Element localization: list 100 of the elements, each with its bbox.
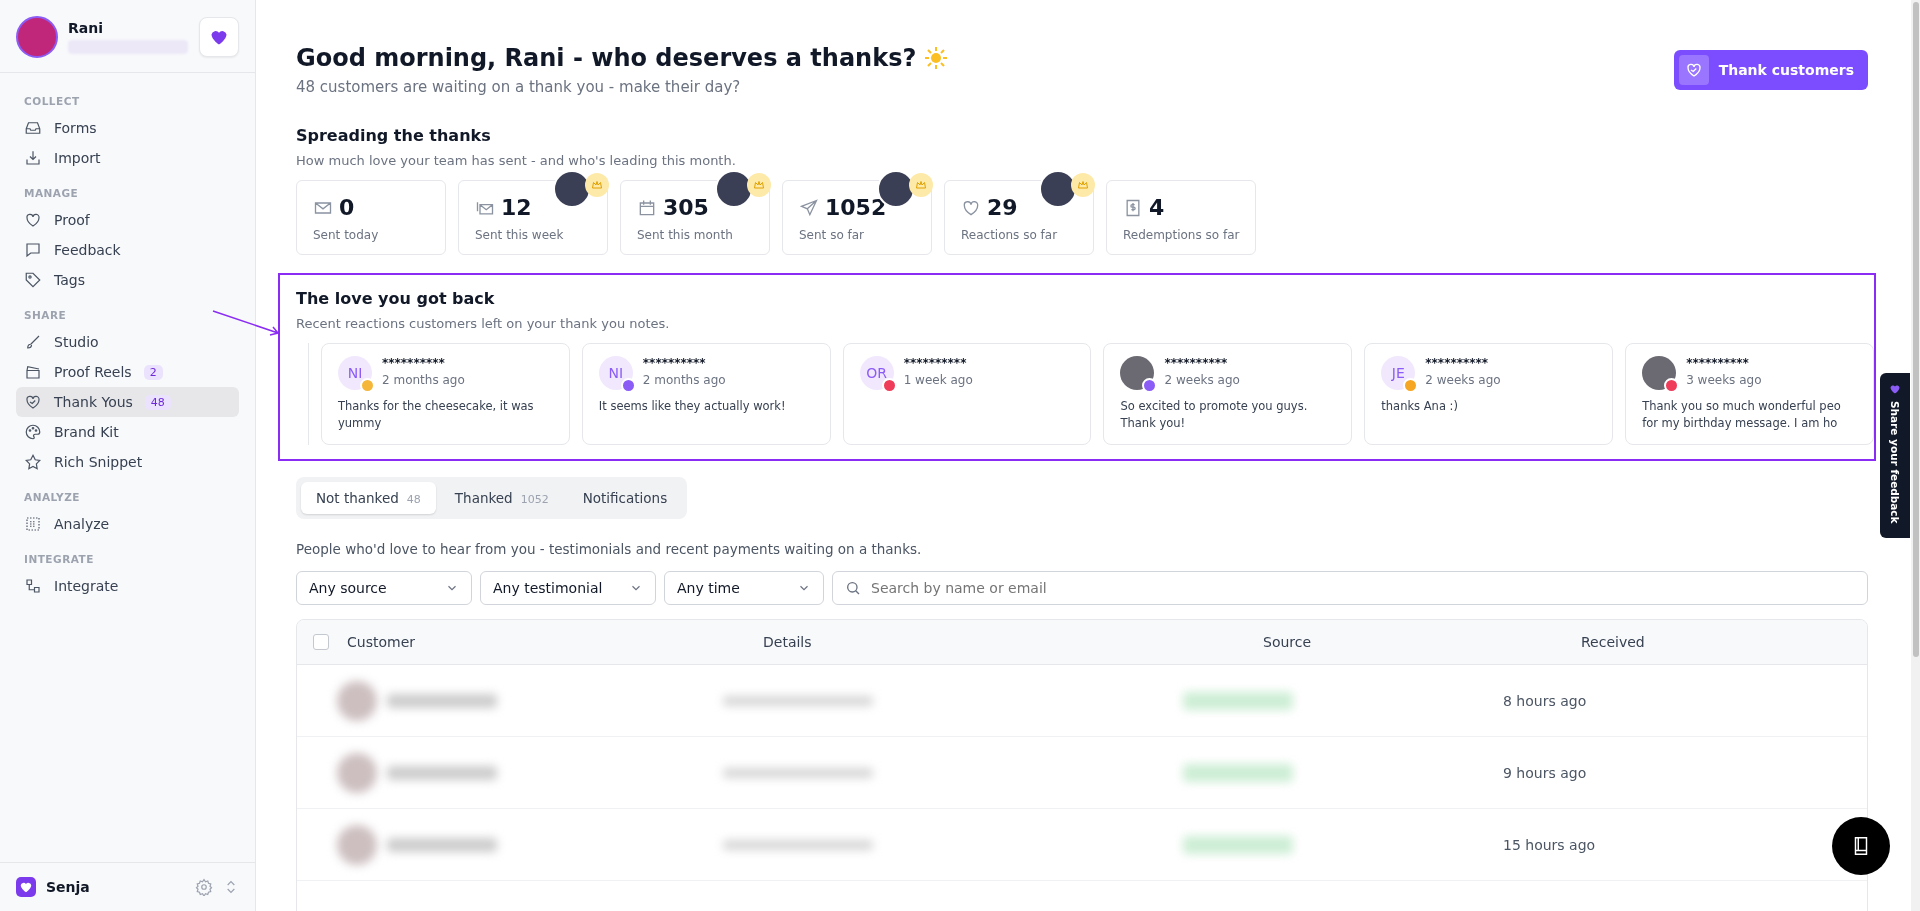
reaction-card[interactable]: ********** 2 weeks ago So excited to promote you guys. Thank you! — [1103, 343, 1353, 445]
customer-name: ********** — [1164, 356, 1229, 370]
sidebar-label: Tags — [54, 272, 85, 288]
sidebar-label: Proof Reels — [54, 364, 132, 380]
hand-heart-icon — [1684, 61, 1703, 79]
sidebar-label: Studio — [54, 334, 99, 350]
list-description: People who'd love to hear from you - testimonials and recent payments waiting on a thanks. — [296, 541, 923, 557]
stat-label: Sent this week — [475, 228, 565, 242]
stat-label: Redemptions so far — [1123, 228, 1241, 242]
workspace-logo-icon — [16, 877, 36, 897]
settings-icon[interactable] — [195, 878, 213, 896]
crown-icon — [585, 173, 609, 197]
filter-dropdown[interactable]: Any testimonial — [480, 571, 656, 605]
received-time: 9 hours ago — [1503, 764, 1587, 781]
stat-label: Reactions so far — [961, 228, 1059, 242]
sidebar-item[interactable]: Brand Kit — [16, 417, 239, 447]
feedback-label: Share your feedback — [1889, 401, 1901, 524]
sidebar-item[interactable]: Studio — [16, 327, 239, 357]
sidebar-item[interactable]: Thank Yous 48 — [16, 387, 239, 417]
reaction-card[interactable]: NI ********** 2 months ago Thanks for the cheesecake, it was yummy — [321, 343, 570, 445]
nodes-icon — [24, 577, 42, 595]
stat-value: 1052 — [825, 195, 887, 220]
section-heading: COLLECT — [24, 95, 81, 107]
heart-icon — [24, 211, 42, 229]
customer-name: ********** — [642, 356, 707, 370]
reaction-time: 2 months ago — [382, 373, 465, 387]
blurred-avatar — [337, 752, 377, 793]
blurred-avatar — [337, 680, 377, 721]
sidebar-label: Forms — [54, 120, 97, 136]
user-avatar[interactable] — [16, 16, 58, 58]
sidebar-label: Integrate — [54, 578, 119, 594]
stat-value: 0 — [339, 195, 355, 220]
section-heading: ANALYZE — [24, 491, 81, 503]
sidebar-label: Thank Yous — [54, 394, 133, 410]
customer-name: ********** — [903, 356, 968, 370]
sidebar-label: Analyze — [54, 516, 110, 532]
scrollbar[interactable] — [1911, 0, 1920, 911]
inbox-icon — [24, 119, 42, 137]
page-title: Good morning, Rani - who deserves a thanks? — [296, 44, 949, 72]
sidebar-item[interactable]: Analyze — [16, 509, 239, 539]
heart-logo-button[interactable] — [199, 17, 239, 57]
import-icon — [24, 149, 42, 167]
column-header: Received — [1581, 634, 1645, 650]
reaction-message: Thanks for the cheesecake, it was yummy — [338, 398, 535, 432]
section-title: Spreading the thanks — [296, 126, 492, 145]
sidebar-item[interactable]: Tags — [16, 265, 239, 295]
sidebar-item[interactable]: Proof Reels 2 — [16, 357, 239, 387]
sidebar-item[interactable]: Integrate — [16, 571, 239, 601]
initials-avatar: OR — [859, 356, 894, 390]
reaction-time: 1 week ago — [903, 373, 973, 387]
section-heading: MANAGE — [24, 187, 80, 199]
received-time: 8 hours ago — [1503, 692, 1587, 709]
page-subtitle: 48 customers are waiting on a thank you - make their day? — [296, 78, 742, 96]
handheart-icon — [24, 393, 42, 411]
photo-placeholder — [1120, 356, 1155, 390]
select-all-checkbox[interactable] — [313, 634, 329, 650]
reaction-card[interactable]: OR ********** 1 week ago — [842, 343, 1092, 445]
stat-label: Sent so far — [799, 228, 866, 242]
sidebar-label: Feedback — [54, 242, 121, 258]
count-badge: 2 — [143, 364, 163, 380]
sidebar-label: Proof — [54, 212, 90, 228]
reaction-message: It seems like they actually work! — [598, 398, 787, 415]
reaction-time: 2 months ago — [642, 373, 726, 387]
reaction-card[interactable]: NI ********** 2 months ago It seems like they actually work! — [581, 343, 831, 445]
sidebar-item[interactable]: Forms — [16, 113, 239, 143]
initials-avatar: NI — [598, 356, 633, 390]
section-heading: INTEGRATE — [24, 553, 95, 565]
help-button[interactable] — [1832, 817, 1890, 875]
reaction-time: 3 weeks ago — [1686, 373, 1762, 387]
sidebar-item[interactable]: Proof — [16, 205, 239, 235]
column-header: Customer — [347, 634, 416, 650]
reaction-card[interactable]: ********** 3 weeks ago Thank you so much wonderful peo for my birthday message. I am ho — [1625, 343, 1874, 445]
search-box[interactable]: Search by name or email — [832, 571, 1868, 605]
sidebar-label: Rich Snippet — [54, 454, 143, 470]
thank-customers-button[interactable]: Thank customers — [1673, 50, 1868, 90]
reaction-card[interactable]: JE ********** 2 weeks ago thanks Ana :) — [1364, 343, 1614, 445]
sidebar-label: Import — [54, 150, 101, 166]
stat-value: 12 — [501, 195, 532, 220]
sidebar-item[interactable]: Feedback — [16, 235, 239, 265]
tab[interactable]: Thanked 1052 — [439, 482, 564, 514]
customer-name: ********** — [1425, 356, 1490, 370]
tab[interactable]: Not thanked 48 — [301, 482, 436, 514]
reaction-time: 2 weeks ago — [1425, 373, 1501, 387]
search-icon — [845, 580, 861, 596]
filter-dropdown[interactable]: Any time — [664, 571, 824, 605]
reaction-message: Thank you so much wonderful peo for my birthday message. I am ho — [1642, 398, 1842, 432]
blurred-avatar — [337, 824, 377, 865]
filter-dropdown[interactable]: Any source — [296, 571, 472, 605]
sidebar-item[interactable]: Rich Snippet — [16, 447, 239, 477]
stat-value: 4 — [1149, 195, 1165, 220]
stat-label: Sent today — [313, 228, 380, 242]
palette-icon — [24, 423, 42, 441]
feedback-tab[interactable]: Share your feedback — [1880, 373, 1910, 538]
workspace-name: Senja — [46, 879, 91, 895]
initials-avatar: JE — [1381, 356, 1416, 390]
sidebar-item[interactable]: Import — [16, 143, 239, 173]
list-icon — [24, 515, 42, 533]
brush-icon — [24, 333, 42, 351]
tab[interactable]: Notifications — [567, 482, 683, 514]
tag-icon — [24, 271, 42, 289]
